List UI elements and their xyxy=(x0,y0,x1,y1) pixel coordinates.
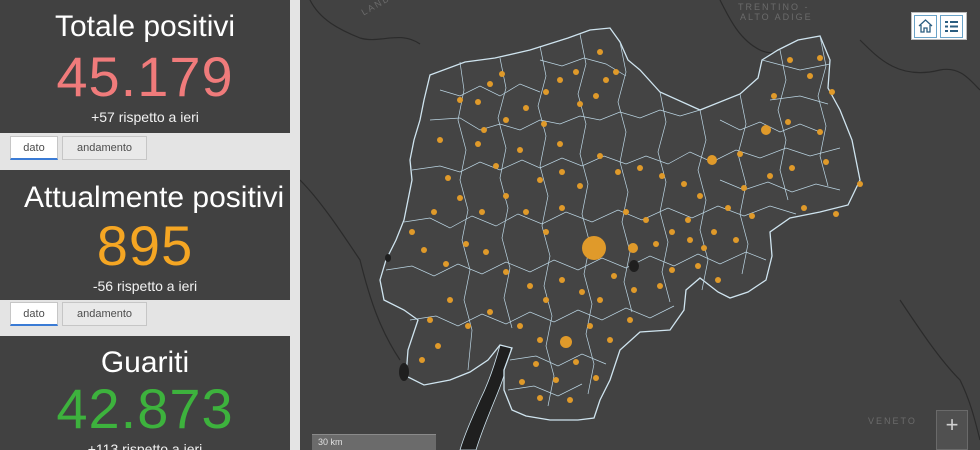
card-value: 895 xyxy=(96,214,194,277)
tab-andamento[interactable]: andamento xyxy=(62,136,147,160)
home-icon xyxy=(918,19,933,33)
card-title: Totale positivi xyxy=(54,10,236,43)
card-title: Attualmente positivi xyxy=(24,181,285,214)
region-label-veneto: VENETO xyxy=(868,416,917,426)
map-view[interactable]: TRENTINO - ALTO ADIGE VENETO LAND + 30 k… xyxy=(300,0,980,450)
card-sub: +57 rispetto a ieri xyxy=(91,109,199,125)
legend-button[interactable] xyxy=(940,15,963,38)
card-title: Guariti xyxy=(100,346,190,379)
card-sub: -56 rispetto a ieri xyxy=(92,278,198,294)
home-button[interactable] xyxy=(914,15,937,38)
card-attualmente-positivi: Attualmente positivi 895 -56 rispetto a … xyxy=(0,170,290,300)
tab-andamento[interactable]: andamento xyxy=(62,302,147,326)
tab-dato[interactable]: dato xyxy=(10,302,58,326)
map-canvas xyxy=(300,0,980,450)
card-totale-positivi: Totale positivi 45.179 +57 rispetto a ie… xyxy=(0,0,290,133)
card-guariti: Guariti 42.873 +113 rispetto a ieri xyxy=(0,336,290,450)
card-sub: +113 rispetto a ieri xyxy=(87,441,203,450)
panel-divider xyxy=(290,0,300,450)
tab-dato[interactable]: dato xyxy=(10,136,58,160)
card-value: 42.873 xyxy=(56,377,234,440)
list-icon xyxy=(945,21,958,32)
card-value: 45.179 xyxy=(56,45,234,108)
region-label-alto-adige: ALTO ADIGE xyxy=(740,12,813,22)
zoom-in-button[interactable]: + xyxy=(936,410,968,450)
region-label-trentino: TRENTINO - xyxy=(738,2,810,12)
dashboard-sidebar: Totale positivi 45.179 +57 rispetto a ie… xyxy=(0,0,300,450)
map-widget-bar xyxy=(911,12,967,40)
scale-bar: 30 km xyxy=(312,434,436,450)
